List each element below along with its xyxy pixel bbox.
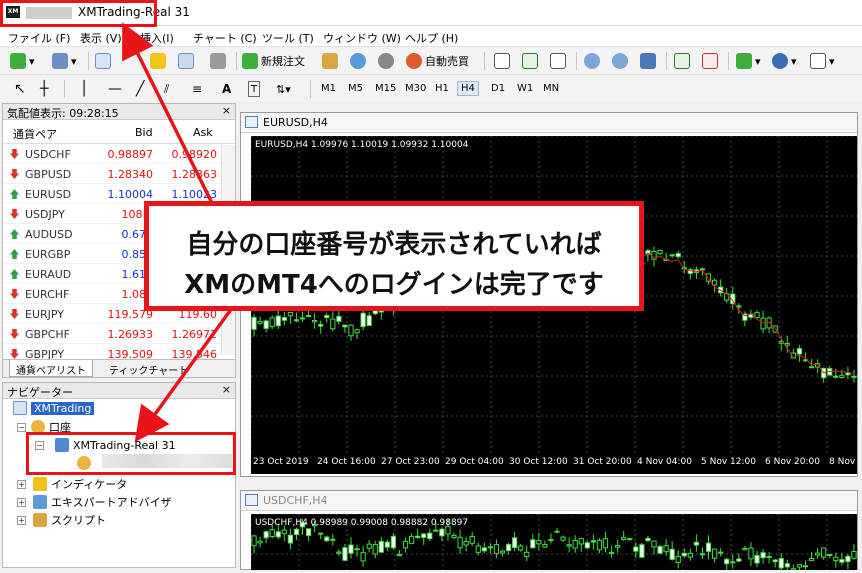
- arrow-to-account: [134, 306, 234, 443]
- callout-line-1: 自分の口座番号が表示されていれば: [186, 230, 602, 260]
- callout-line-2: XMのMT4へのログインは完了です: [184, 270, 604, 300]
- callout-box: 自分の口座番号が表示されていれば XMのMT4へのログインは完了です: [144, 201, 644, 311]
- arrow-to-title: [122, 22, 214, 204]
